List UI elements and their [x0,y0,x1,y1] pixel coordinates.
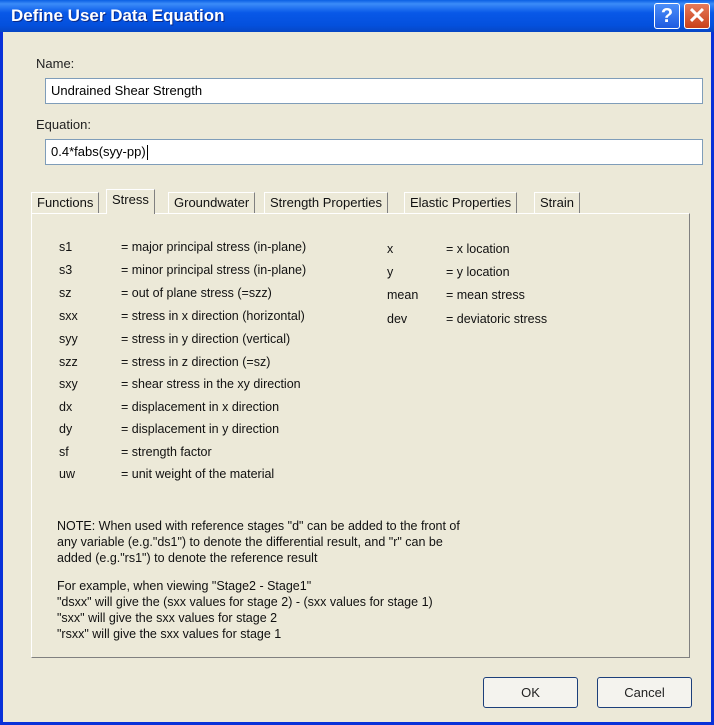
name-label: Name: [36,56,75,71]
var-name: szz [59,355,78,369]
var-desc: = y location [446,265,510,279]
tab-stress[interactable]: Stress [106,189,155,214]
dialog-window: Define User Data Equation ? ✕ Name: Undr… [0,0,714,725]
var-name: uw [59,467,75,481]
var-desc: = stress in x direction (horizontal) [121,309,305,323]
var-name: s3 [59,263,73,277]
var-desc: = x location [446,242,510,256]
tab-functions[interactable]: Functions [31,192,100,213]
var-desc: = unit weight of the material [121,467,275,481]
var-name: sxx [59,309,78,323]
note-line: any variable (e.g."ds1") to denote the d… [57,535,443,549]
name-value: Undrained Shear Strength [51,83,203,98]
var-desc: = mean stress [446,288,525,302]
var-desc: = out of plane stress (=szz) [121,286,272,300]
equation-label: Equation: [36,117,91,132]
var-desc: = stress in y direction (vertical) [121,332,291,346]
tab-groundwater[interactable]: Groundwater [168,192,256,213]
var-name: s1 [59,240,73,254]
var-name: syy [59,332,78,346]
example-line: "sxx" will give the sxx values for stage… [57,611,278,625]
example-line: "rsxx" will give the sxx values for stag… [57,627,282,641]
var-desc: = deviatoric stress [446,312,548,326]
close-button[interactable]: ✕ [684,3,710,29]
help-button[interactable]: ? [654,3,680,29]
example-line: "dsxx" will give the (sxx values for sta… [57,595,433,609]
tab-strain[interactable]: Strain [534,192,580,213]
note-line: added (e.g."rs1") to denote the referenc… [57,551,318,565]
var-name: dx [59,400,73,414]
tab-strength-properties[interactable]: Strength Properties [264,192,389,213]
tab-elastic-properties[interactable]: Elastic Properties [404,192,518,213]
name-input[interactable]: Undrained Shear Strength [45,78,703,104]
note-line: NOTE: When used with reference stages "d… [57,519,460,533]
var-desc: = strength factor [121,445,212,459]
var-desc: = major principal stress (in-plane) [121,240,307,254]
equation-input[interactable]: 0.4*fabs(syy-pp) [45,139,703,165]
var-name: sxy [59,377,78,391]
var-desc: = shear stress in the xy direction [121,377,301,391]
var-desc: = minor principal stress (in-plane) [121,263,307,277]
var-desc: = displacement in y direction [121,422,280,436]
var-name: x [387,242,394,256]
var-name: y [387,265,394,279]
cancel-button[interactable]: Cancel [597,677,692,708]
example-line: For example, when viewing "Stage2 - Stag… [57,579,312,593]
var-name: sf [59,445,69,459]
dialog-title: Define User Data Equation [11,6,225,25]
var-desc: = stress in z direction (=sz) [121,355,271,369]
var-name: dy [59,422,73,436]
var-desc: = displacement in x direction [121,400,280,414]
text-caret [146,145,148,161]
var-name: mean [387,288,419,302]
var-name: dev [387,312,408,326]
ok-button[interactable]: OK [483,677,578,708]
var-name: sz [59,286,72,300]
title-bar[interactable]: Define User Data Equation ? ✕ [0,0,714,32]
equation-value: 0.4*fabs(syy-pp) [51,144,146,159]
